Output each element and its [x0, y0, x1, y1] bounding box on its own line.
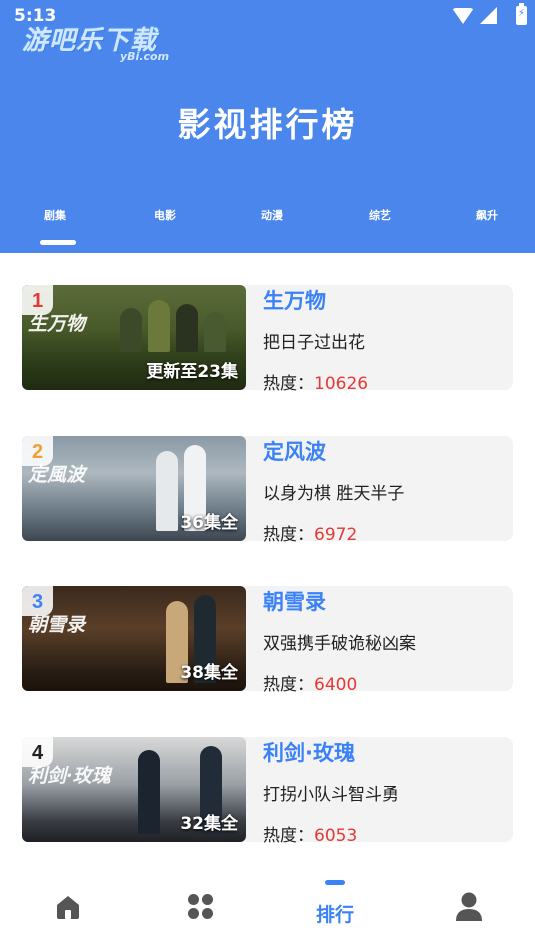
tab-drama[interactable]: 剧集: [25, 207, 85, 223]
tab-variety[interactable]: 综艺: [350, 207, 410, 223]
apps-grid-dot: [202, 894, 213, 905]
rank-bar-icon: [325, 880, 345, 885]
heat-label: 热度：: [263, 826, 314, 846]
poster-figure: [148, 300, 170, 352]
show-info: 生万物 把日子过出花 热度：10626: [263, 285, 508, 394]
apps-grid-dot: [188, 894, 199, 905]
home-icon: [57, 896, 79, 919]
nav-home[interactable]: [28, 866, 108, 936]
wifi-icon: [452, 7, 474, 24]
episode-badge: 32集全: [180, 814, 238, 834]
episode-badge: 38集全: [180, 663, 238, 683]
show-title[interactable]: 朝雪录: [263, 586, 326, 616]
user-profile-icon: [456, 892, 482, 921]
show-title[interactable]: 生万物: [263, 285, 326, 315]
rank-badge: 2: [22, 436, 53, 466]
show-info: 定风波 以身为棋 胜天半子 热度：6972: [263, 436, 508, 545]
show-title[interactable]: 利剑·玫瑰: [263, 737, 355, 767]
rank-card[interactable]: 利剑·玫瑰 32集全 4 利剑·玫瑰 打拐小队斗智斗勇 热度：6053: [22, 737, 513, 846]
show-title[interactable]: 定风波: [263, 436, 326, 466]
cell-signal-icon: [480, 7, 497, 24]
show-info: 利剑·玫瑰 打拐小队斗智斗勇 热度：6053: [263, 737, 508, 846]
rank-card[interactable]: 朝雪录 38集全 3 朝雪录 双强携手破诡秘凶案 热度：6400: [22, 586, 513, 695]
apps-grid-dot: [202, 908, 213, 919]
show-info: 朝雪录 双强携手破诡秘凶案 热度：6400: [263, 586, 508, 695]
show-description: 以身为棋 胜天半子: [263, 484, 405, 504]
active-tab-indicator: [40, 240, 76, 245]
page-title: 影视排行榜: [177, 105, 358, 144]
tab-anime[interactable]: 动漫: [242, 207, 302, 223]
poster-thumbnail[interactable]: 生万物 更新至23集 1: [22, 285, 246, 390]
heat-line: 热度：6053: [263, 821, 357, 846]
apps-grid-dot: [188, 908, 199, 919]
poster-figure: [156, 451, 178, 531]
battery-charging-icon: [516, 3, 527, 25]
show-description: 打拐小队斗智斗勇: [263, 785, 399, 805]
heat-value: 6053: [314, 826, 358, 846]
heat-label: 热度：: [263, 374, 314, 394]
rank-badge: 3: [22, 586, 53, 616]
poster-figures: [120, 300, 226, 352]
bottom-nav: 排行: [0, 866, 535, 951]
category-tabs: 剧集 电影 动漫 综艺 飙升: [0, 207, 535, 227]
apps-grid-icon: [188, 894, 214, 920]
tab-rising[interactable]: 飙升: [457, 207, 517, 223]
poster-figure: [176, 304, 198, 352]
show-description: 双强携手破诡秘凶案: [263, 634, 416, 654]
nav-rank[interactable]: 排行: [295, 866, 375, 936]
status-bar: 5:13 游吧乐下载 yBi.com: [0, 0, 535, 63]
status-icons: [452, 3, 527, 25]
watermark-logo-sub: yBi.com: [120, 50, 170, 63]
rank-card[interactable]: 生万物 更新至23集 1 生万物 把日子过出花 热度：10626: [22, 285, 513, 394]
nav-rank-label: 排行: [315, 904, 354, 926]
poster-thumbnail[interactable]: 定風波 36集全 2: [22, 436, 246, 541]
show-description: 把日子过出花: [263, 333, 365, 353]
episode-badge: 36集全: [180, 513, 238, 533]
heat-line: 热度：6972: [263, 520, 357, 545]
heat-line: 热度：10626: [263, 369, 368, 394]
rank-card[interactable]: 定風波 36集全 2 定风波 以身为棋 胜天半子 热度：6972: [22, 436, 513, 545]
header-banner: 5:13 游吧乐下载 yBi.com 影视排行榜 剧集 电影 动漫 综艺 飙升: [0, 0, 535, 253]
poster-figure: [138, 750, 160, 834]
heat-value: 6400: [314, 675, 358, 695]
heat-label: 热度：: [263, 525, 314, 545]
tab-movie[interactable]: 电影: [135, 207, 195, 223]
poster-figure: [120, 308, 142, 352]
poster-thumbnail[interactable]: 利剑·玫瑰 32集全 4: [22, 737, 246, 842]
nav-apps[interactable]: [161, 866, 241, 936]
poster-figure: [204, 312, 226, 352]
heat-label: 热度：: [263, 675, 314, 695]
rank-badge: 4: [22, 737, 53, 767]
heat-value: 6972: [314, 525, 358, 545]
episode-badge: 更新至23集: [146, 362, 238, 382]
heat-line: 热度：6400: [263, 670, 357, 695]
rank-badge: 1: [22, 285, 53, 315]
poster-thumbnail[interactable]: 朝雪录 38集全 3: [22, 586, 246, 691]
heat-value: 10626: [314, 374, 369, 394]
nav-profile[interactable]: [428, 866, 508, 936]
